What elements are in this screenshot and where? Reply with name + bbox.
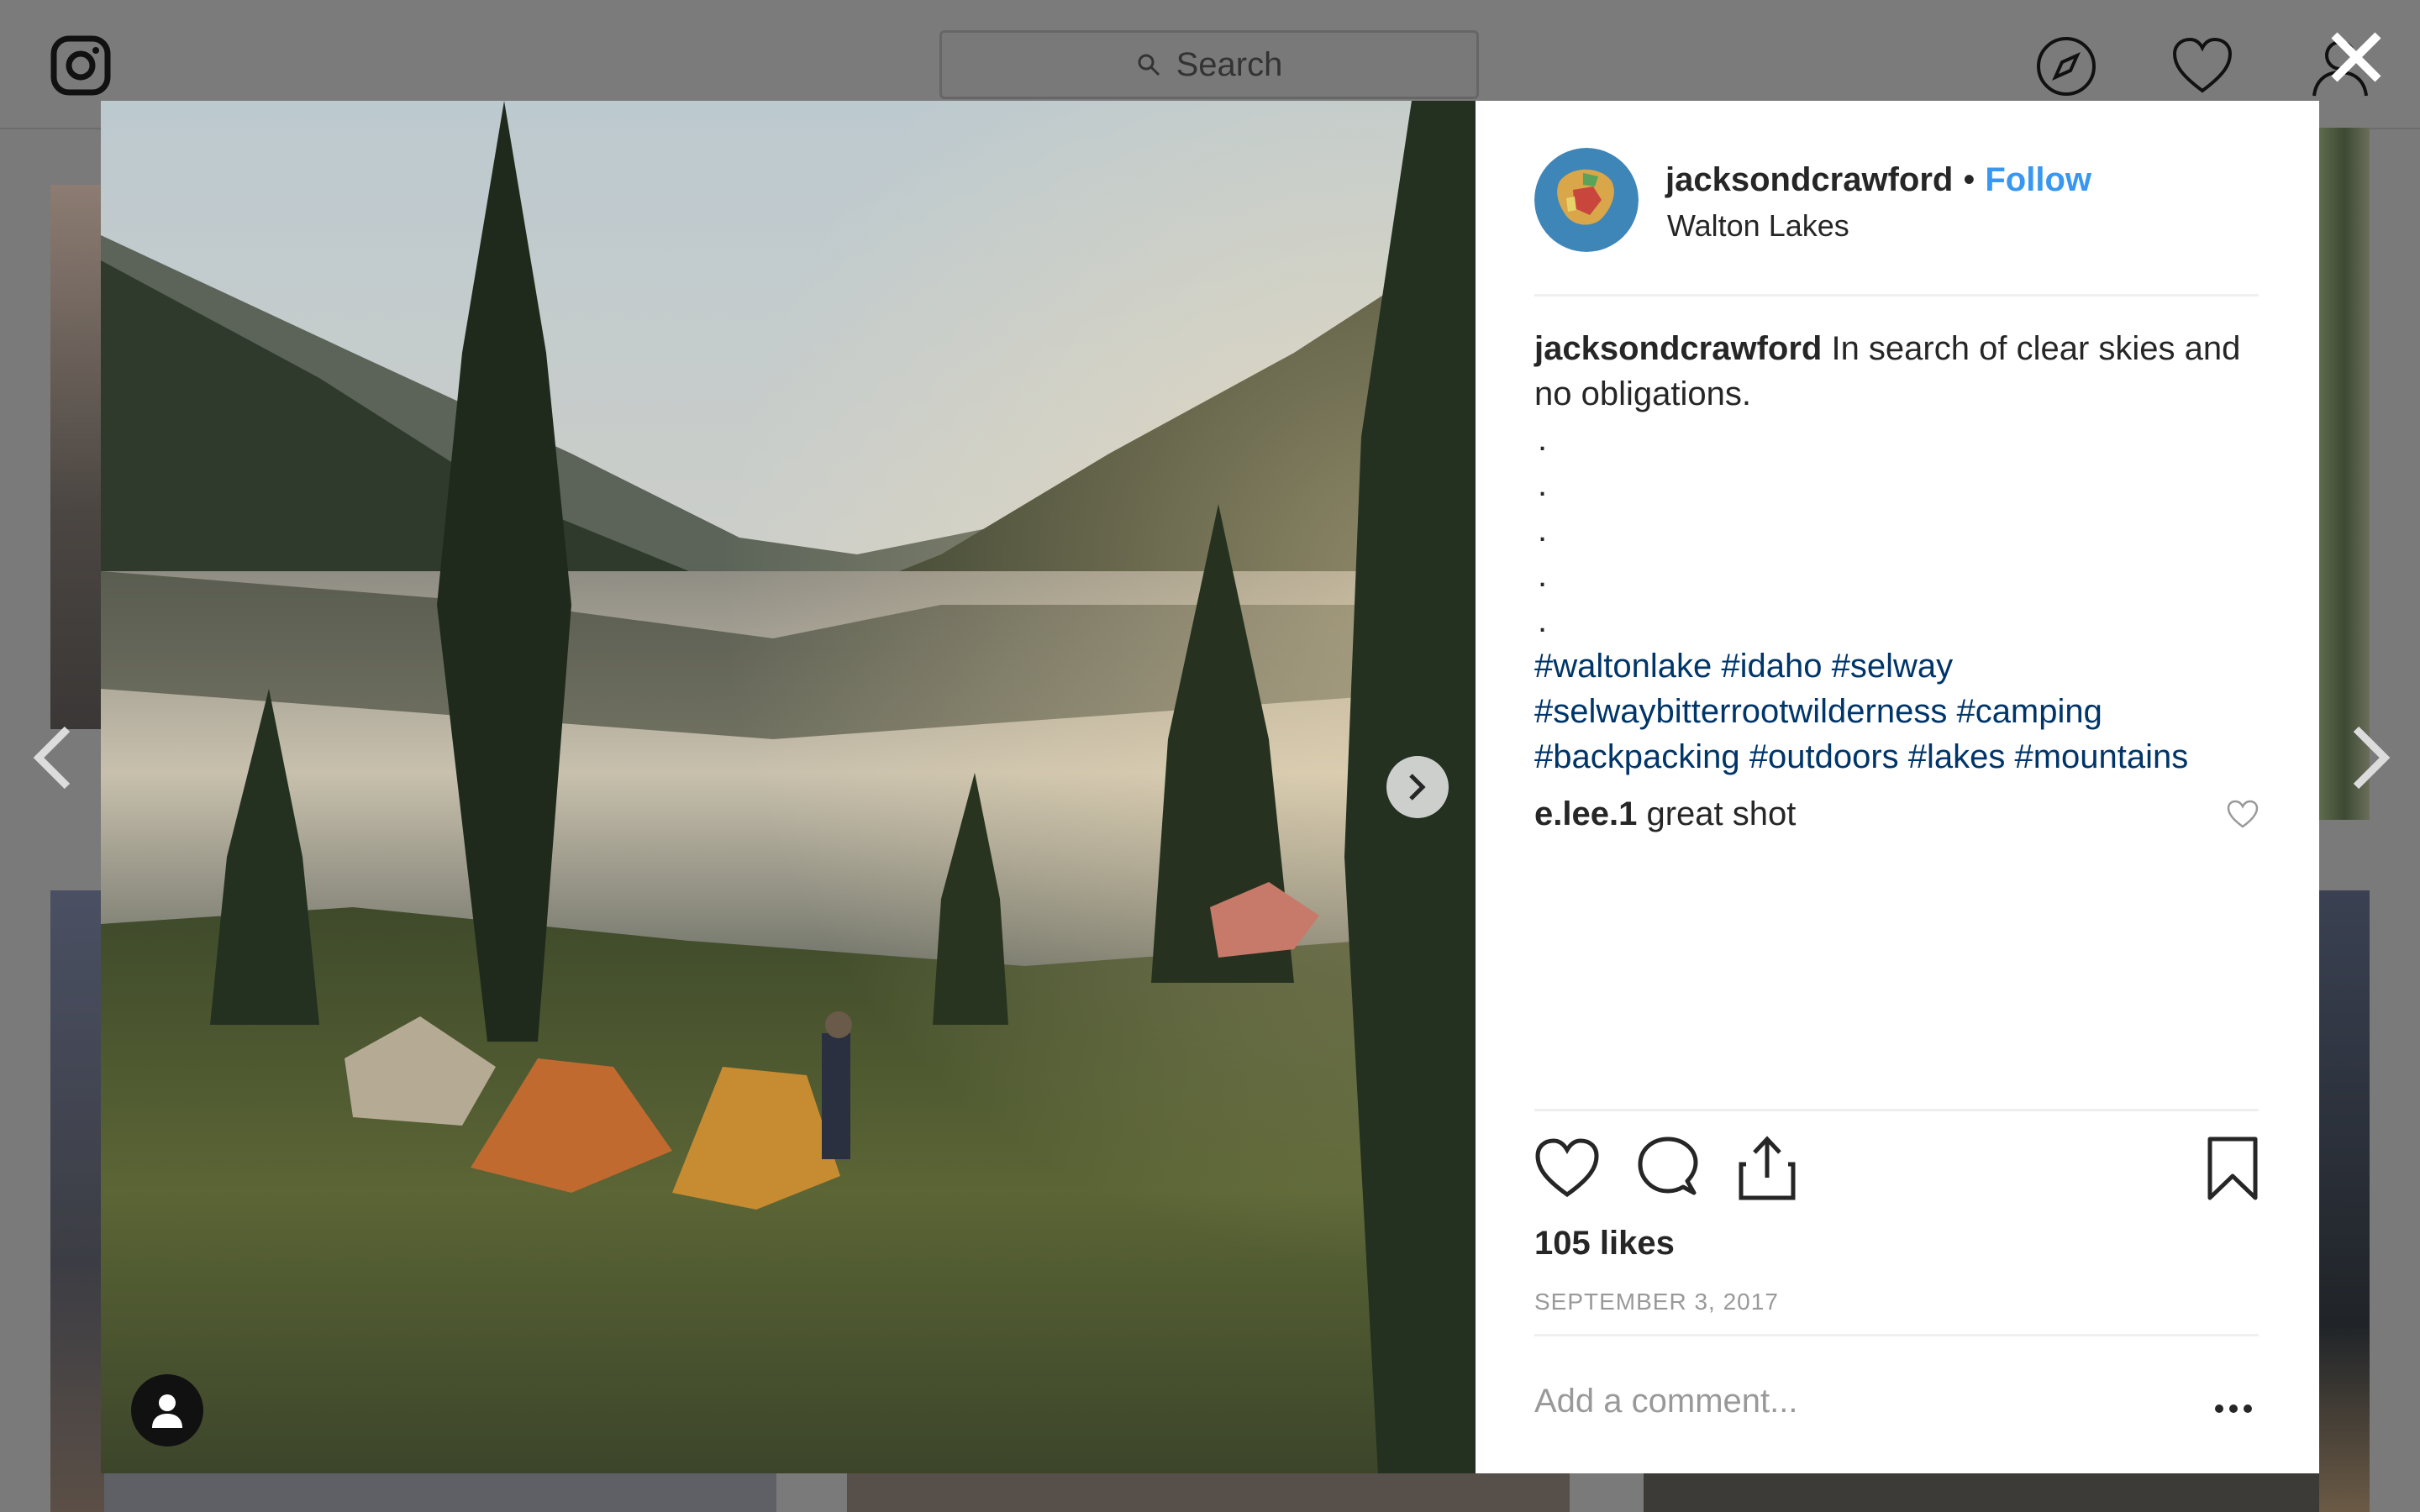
divider [1534, 294, 2259, 297]
share-icon[interactable] [1734, 1136, 1800, 1201]
post-photo[interactable] [101, 101, 1476, 1473]
previous-post-arrow[interactable] [30, 724, 74, 791]
next-post-arrow[interactable] [2349, 724, 2393, 791]
add-comment-input[interactable]: Add a comment... [1534, 1383, 1797, 1420]
carousel-next-button[interactable] [1386, 756, 1449, 818]
background-photo-tile [50, 890, 104, 1512]
heart-outline-icon[interactable] [1534, 1136, 1600, 1201]
post-actions [1534, 1136, 2259, 1211]
follow-button[interactable]: Follow [1985, 161, 2091, 199]
background-photo-tile [847, 1473, 1570, 1512]
search-icon [1138, 54, 1160, 76]
background-photo-tile [104, 1473, 776, 1512]
bookmark-icon[interactable] [2200, 1136, 2265, 1201]
caption-dot: . [1538, 466, 1548, 503]
hashtags-line[interactable]: #selwaybitterrootwilderness #camping [1534, 689, 2259, 734]
username-row: jacksondcrawford • Follow [1665, 161, 2091, 199]
lake-camping-photo [101, 101, 1476, 1473]
comment-username[interactable]: e.lee.1 [1534, 795, 1637, 832]
post-caption: jacksondcrawford In search of clear skie… [1534, 326, 2259, 780]
background-photo-tile [1644, 1473, 2319, 1512]
comment-item: e.lee.1 great shot [1534, 791, 2259, 837]
more-icon[interactable] [2213, 1403, 2254, 1415]
post-date[interactable]: SEPTEMBER 3, 2017 [1534, 1289, 1779, 1315]
search-placeholder: Search [1176, 45, 1283, 83]
caption-dot: . [1538, 557, 1548, 594]
avatar[interactable] [1534, 148, 1639, 252]
hashtags-line[interactable]: #backpacking #outdoors #lakes #mountains [1534, 734, 2259, 780]
post-details-panel: jacksondcrawford • Follow Walton Lakes j… [1476, 101, 2319, 1473]
post-username[interactable]: jacksondcrawford [1665, 161, 1953, 199]
caption-dot: . [1538, 421, 1548, 458]
background-photo-tile [50, 185, 104, 729]
divider [1534, 1109, 2259, 1111]
tagged-users-button[interactable] [131, 1374, 203, 1446]
heart-icon[interactable] [2171, 35, 2233, 97]
post-location[interactable]: Walton Lakes [1667, 208, 1849, 244]
post-header: jacksondcrawford • Follow Walton Lakes [1534, 148, 2259, 294]
background-photo-tile [2319, 128, 2370, 820]
background-photo-tile [2319, 890, 2370, 1512]
separator-dot: • [1963, 161, 1975, 198]
compass-icon[interactable] [2035, 35, 2097, 97]
comment-like-icon[interactable] [2227, 800, 2259, 828]
caption-dot: . [1538, 602, 1548, 639]
chevron-right-icon [1409, 774, 1426, 801]
search-input[interactable]: Search [939, 30, 1479, 99]
person-icon [152, 1394, 182, 1428]
hashtags-line[interactable]: #waltonlake #idaho #selway [1534, 643, 2259, 689]
comment-text: great shot [1646, 795, 1797, 832]
divider [1534, 1334, 2259, 1336]
close-icon[interactable] [2328, 29, 2385, 86]
comment-icon[interactable] [1635, 1136, 1701, 1201]
caption-dot: . [1538, 512, 1548, 549]
caption-username[interactable]: jacksondcrawford [1534, 330, 1822, 367]
globe-avatar-image [1534, 148, 1639, 252]
likes-count[interactable]: 105 likes [1534, 1225, 1675, 1263]
instagram-icon[interactable] [50, 35, 111, 96]
